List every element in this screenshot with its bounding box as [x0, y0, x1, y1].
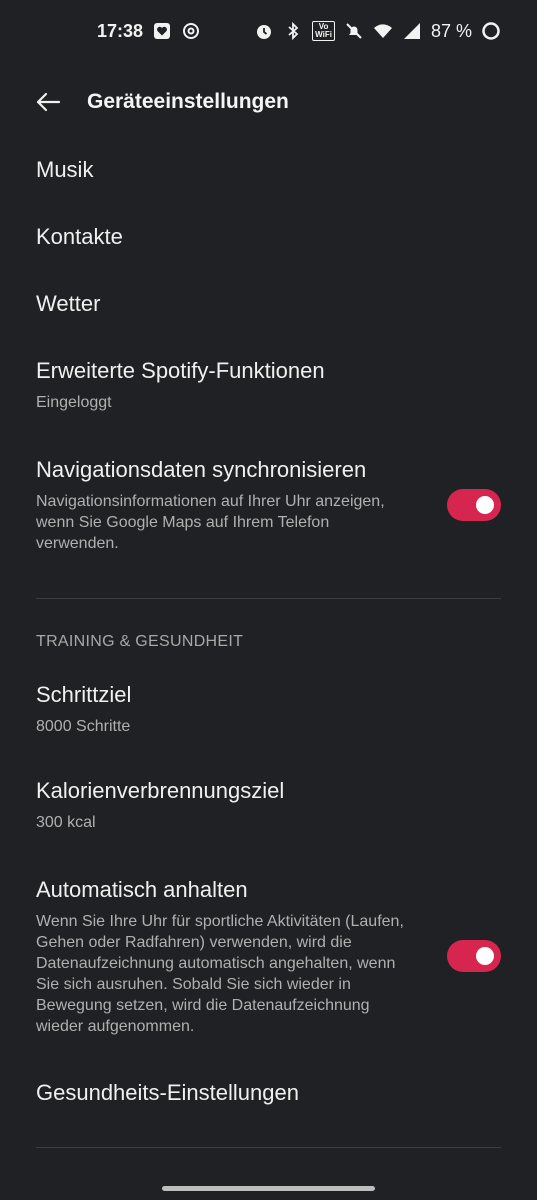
app-bar: Geräteeinstellungen — [0, 70, 537, 134]
setting-title: Gesundheits-Einstellungen — [36, 1080, 299, 1105]
section-header-training: TRAINING & GESUNDHEIT — [36, 633, 244, 650]
threads-icon — [181, 21, 201, 41]
heart-box-icon — [152, 21, 172, 41]
mute-icon — [344, 21, 364, 41]
setting-title: Kalorienverbrennungsziel — [36, 778, 285, 803]
setting-item-kontakte[interactable]: Kontakte — [36, 224, 501, 250]
bluetooth-icon — [283, 21, 303, 41]
setting-title: Schrittziel — [36, 682, 132, 707]
status-bar: 17:38 Vo WiFi 87 % — [0, 0, 537, 62]
vowifi-icon: Vo WiFi — [312, 21, 335, 41]
signal-icon — [402, 21, 422, 41]
setting-item-schrittziel[interactable]: Schrittziel 8000 Schritte — [36, 682, 501, 737]
back-button[interactable] — [35, 89, 61, 115]
auto-pause-toggle[interactable] — [447, 940, 501, 972]
divider — [36, 1147, 501, 1148]
setting-item-spotify[interactable]: Erweiterte Spotify-Funktionen Eingeloggt — [36, 358, 501, 413]
wifi-icon — [373, 21, 393, 41]
setting-title: Automatisch anhalten — [36, 877, 248, 902]
setting-item-gesundheit[interactable]: Gesundheits-Einstellungen — [36, 1080, 501, 1106]
navigation-sync-toggle[interactable] — [447, 489, 501, 521]
setting-item-musik[interactable]: Musik — [36, 157, 501, 183]
alarm-icon — [254, 21, 274, 41]
setting-subtitle: 300 kcal — [36, 814, 96, 831]
arrow-left-icon — [36, 92, 61, 112]
setting-subtitle: Navigationsinformationen auf Ihrer Uhr a… — [36, 493, 385, 552]
setting-item-navigation-sync[interactable]: Navigationsdaten synchronisieren Navigat… — [36, 457, 501, 554]
divider — [36, 598, 501, 599]
status-time: 17:38 — [97, 20, 144, 41]
setting-item-auto-pause[interactable]: Automatisch anhalten Wenn Sie Ihre Uhr f… — [36, 877, 501, 1037]
setting-subtitle: Wenn Sie Ihre Uhr für sportliche Aktivit… — [36, 913, 404, 1035]
toggle-knob — [476, 496, 494, 514]
page-title: Geräteeinstellungen — [87, 90, 289, 113]
battery-ring-icon — [481, 21, 501, 41]
setting-subtitle: Eingeloggt — [36, 394, 112, 411]
setting-title: Kontakte — [36, 224, 123, 249]
home-indicator[interactable] — [162, 1186, 375, 1191]
setting-title: Musik — [36, 157, 94, 182]
setting-item-kalorien[interactable]: Kalorienverbrennungsziel 300 kcal — [36, 778, 501, 833]
setting-title: Navigationsdaten synchronisieren — [36, 457, 367, 482]
setting-subtitle: 8000 Schritte — [36, 718, 131, 735]
setting-title: Wetter — [36, 291, 101, 316]
setting-title: Erweiterte Spotify-Funktionen — [36, 358, 325, 383]
toggle-knob — [476, 947, 494, 965]
battery-percent: 87 % — [430, 20, 472, 41]
setting-item-wetter[interactable]: Wetter — [36, 291, 501, 317]
